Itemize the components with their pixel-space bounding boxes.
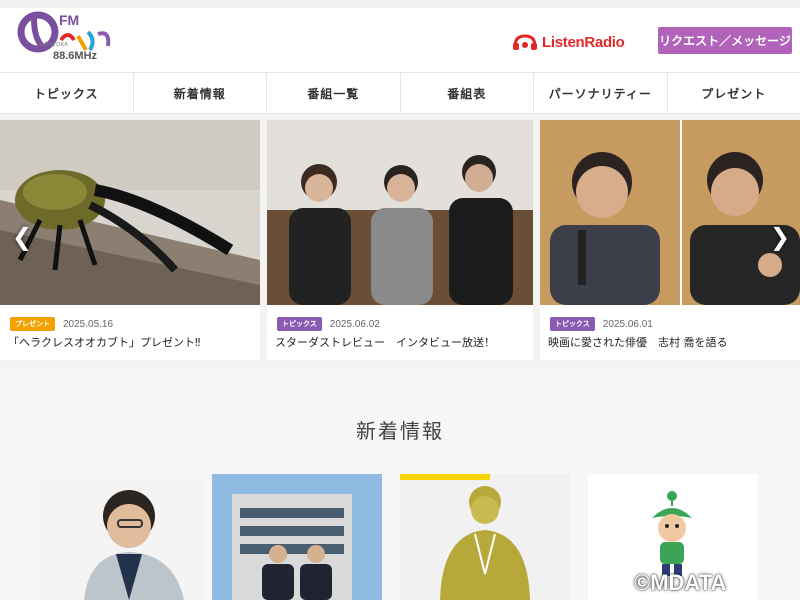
slider-card[interactable]: トピックス 2025.06.01 映画に愛された俳優 志村 喬を語る	[540, 120, 800, 360]
nav-item-news[interactable]: 新着情報	[134, 73, 267, 113]
top-strip	[0, 0, 800, 8]
card-title: 「ヘラクレスオオカブト」プレゼント‼	[8, 336, 201, 349]
card-meta: プレゼント 2025.05.16	[10, 317, 113, 331]
logo-frequency: 88.6MHz	[53, 50, 98, 62]
card-meta: トピックス 2025.06.01	[550, 317, 653, 331]
category-tag: プレゼント	[10, 317, 55, 331]
nav-item-presents[interactable]: プレゼント	[668, 73, 800, 113]
news-tile[interactable]	[212, 474, 382, 600]
category-tag: トピックス	[277, 317, 322, 331]
slider-card[interactable]: プレゼント 2025.05.16 「ヘラクレスオオカブト」プレゼント‼	[0, 120, 260, 360]
nav-item-personalities[interactable]: パーソナリティー	[534, 73, 668, 113]
card-date: 2025.06.01	[602, 318, 653, 330]
listen-radio-icon	[513, 34, 537, 50]
news-tile-photo	[84, 490, 184, 600]
listen-radio-link[interactable]: ListenRadio	[512, 32, 625, 52]
lecture-photo	[540, 120, 800, 305]
news-tile-photo	[212, 474, 382, 600]
logo-sub-text: NOBEOKA	[40, 42, 69, 48]
nav-item-programs[interactable]: 番組一覧	[267, 73, 401, 113]
slider-next-icon[interactable]: ❯	[770, 223, 790, 251]
news-tile-photo	[400, 474, 530, 600]
listen-radio-label: ListenRadio	[542, 33, 625, 51]
logo-fm-text: FM	[59, 12, 80, 28]
beetle-photo	[0, 120, 260, 305]
interview-photo	[267, 120, 533, 305]
category-tag: トピックス	[550, 317, 595, 331]
card-date: 2025.06.02	[329, 318, 380, 330]
card-date: 2025.05.16	[63, 318, 114, 330]
card-title: スターダストレビュー インタビュー放送！	[275, 336, 495, 349]
slider-prev-icon[interactable]: ❮	[12, 223, 32, 251]
news-tile[interactable]	[34, 474, 204, 600]
card-title: 映画に愛された俳優 志村 喬を語る	[548, 336, 728, 349]
request-message-button[interactable]: リクエスト／メッセージ	[658, 27, 792, 54]
nav-item-schedule[interactable]: 番組表	[401, 73, 534, 113]
topics-slider: プレゼント 2025.05.16 「ヘラクレスオオカブト」プレゼント‼ トピック…	[0, 120, 800, 362]
site-header: FM NOBEOKA 88.6MHz ListenRadio リクエスト／メッセ…	[0, 8, 800, 72]
news-section-title: 新着情報	[356, 419, 444, 443]
news-tile[interactable]	[400, 474, 570, 600]
card-meta: トピックス 2025.06.02	[277, 317, 380, 331]
station-logo[interactable]: FM NOBEOKA 88.6MHz	[16, 10, 126, 66]
main-nav: トピックス 新着情報 番組一覧 番組表 パーソナリティー プレゼント	[0, 72, 800, 114]
nav-item-topics[interactable]: トピックス	[0, 73, 134, 113]
slider-card[interactable]: トピックス 2025.06.02 スターダストレビュー インタビュー放送！	[267, 120, 533, 360]
copyright-watermark: ©MDATA	[634, 570, 727, 595]
